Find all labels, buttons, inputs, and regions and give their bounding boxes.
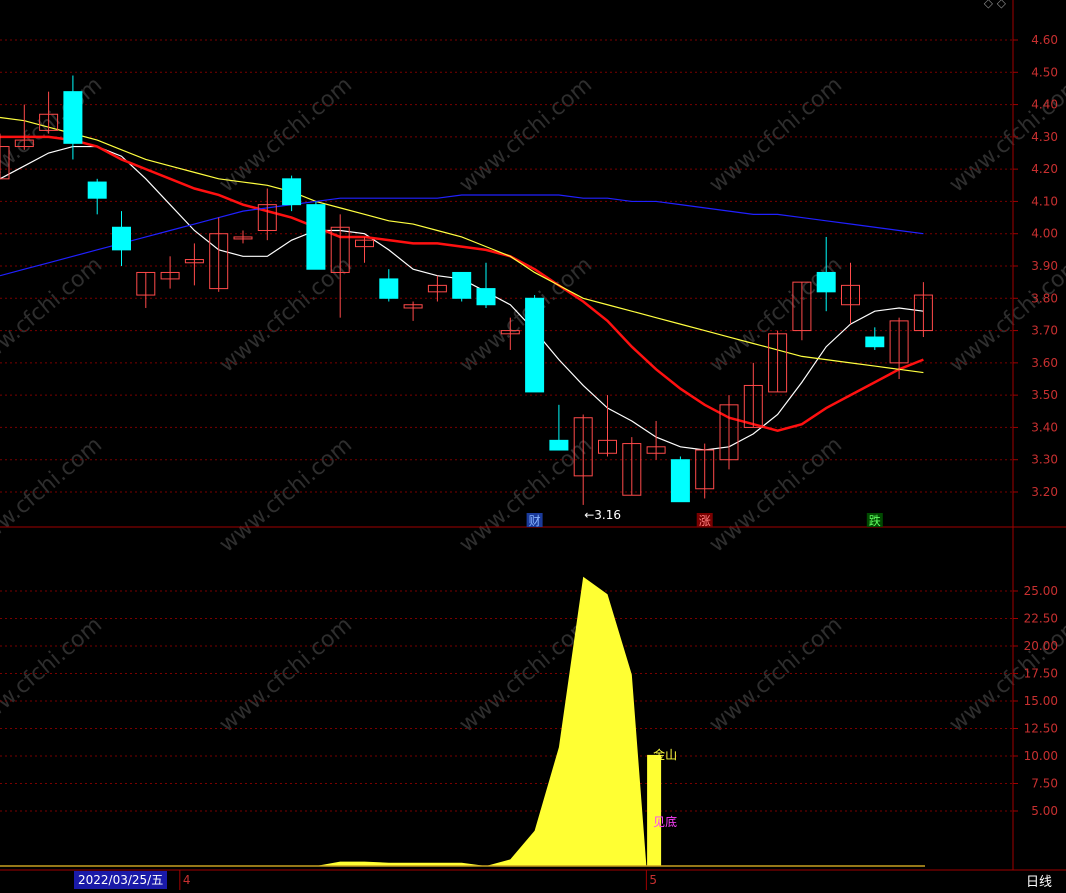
- y-tick-label: 3.40: [1031, 420, 1058, 434]
- low-price-label: ←3.16: [584, 508, 621, 522]
- y-tick-label: 3.90: [1031, 259, 1058, 273]
- y-tick-label: 4.40: [1031, 98, 1058, 112]
- period-label[interactable]: 日线: [1026, 871, 1052, 890]
- y-tick-label: 4.50: [1031, 65, 1058, 79]
- y-tick-label: 25.00: [1024, 584, 1058, 598]
- month-label: 4: [183, 873, 191, 887]
- signal-marker: 涨: [699, 513, 711, 528]
- signal-marker: 跌: [869, 513, 881, 528]
- y-tick-label: 3.60: [1031, 356, 1058, 370]
- indicator-bar: [647, 754, 662, 866]
- y-tick-label: 3.80: [1031, 291, 1058, 305]
- stock-chart: www.cfchi.com www.cfchi.com www.cfchi.com w…: [0, 0, 1066, 893]
- indicator-label: 金山: [653, 747, 677, 762]
- y-tick-label: 22.50: [1024, 612, 1058, 626]
- y-tick-label: 12.50: [1024, 722, 1058, 736]
- y-tick-label: 3.70: [1031, 324, 1058, 338]
- y-tick-label: 20.00: [1024, 639, 1058, 653]
- indicator-label: 见底: [653, 814, 677, 829]
- candle-down: [63, 91, 83, 144]
- y-tick-label: 3.20: [1031, 485, 1058, 499]
- month-label: 5: [649, 873, 657, 887]
- y-tick-label: 15.00: [1024, 694, 1058, 708]
- y-tick-label: 10.00: [1024, 749, 1058, 763]
- y-tick-label: 4.60: [1031, 33, 1058, 47]
- candle-down: [306, 204, 326, 270]
- y-tick-label: 3.50: [1031, 388, 1058, 402]
- candle-down: [865, 336, 885, 348]
- candle-down: [87, 181, 107, 199]
- candle-down: [525, 297, 545, 393]
- y-tick-label: 4.30: [1031, 130, 1058, 144]
- date-badge: 2022/03/25/五: [74, 871, 168, 889]
- candle-down: [282, 178, 302, 206]
- candle-down: [379, 278, 399, 299]
- candle-down: [112, 226, 131, 251]
- y-tick-label: 4.00: [1031, 227, 1058, 241]
- candle-down: [816, 271, 836, 293]
- y-tick-label: 7.50: [1031, 777, 1058, 791]
- y-tick-label: 4.10: [1031, 194, 1058, 208]
- candle-down: [452, 271, 472, 299]
- candle-down: [670, 459, 690, 503]
- y-tick-label: 4.20: [1031, 162, 1058, 176]
- signal-marker: 财: [529, 514, 541, 528]
- y-tick-label: 17.50: [1024, 667, 1058, 681]
- candle-down: [549, 439, 569, 451]
- y-tick-label: 5.00: [1031, 804, 1058, 818]
- candle-down: [476, 288, 496, 306]
- y-tick-label: 3.30: [1031, 453, 1058, 467]
- window-icons[interactable]: ◇ ◇: [984, 0, 1006, 10]
